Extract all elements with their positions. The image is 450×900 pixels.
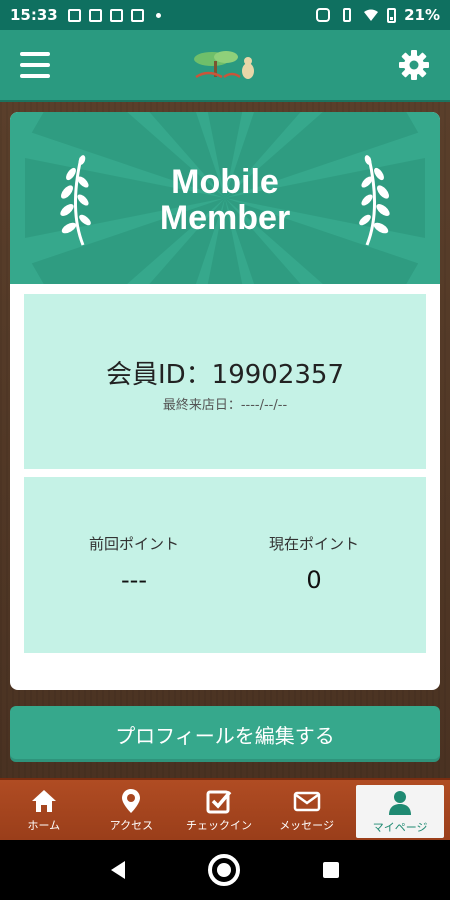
status-time: 15:33 [10,6,58,24]
last-visit-date: 最終来店日：----/--/-- [162,398,288,413]
home-button-icon[interactable] [207,854,240,886]
mail-icon [293,791,320,812]
shop-notification-icon [88,8,102,22]
shop-notification-icon [130,8,144,22]
notification-icons [67,8,161,22]
current-points-value: 0 [306,566,322,594]
system-nav-bar [0,840,450,900]
image-notification-icon [67,8,81,22]
shop-logo-icon [188,47,260,83]
member-card: Mobile Member 会員ID：19902357 最終来店日：----/-… [10,112,440,690]
status-bar: 15:33 21% [0,0,450,30]
edit-profile-button[interactable]: プロフィールを編集する [10,706,440,762]
hamburger-icon[interactable] [20,52,50,78]
tab-mypage-label: マイページ [372,820,428,834]
recent-apps-icon[interactable] [322,862,339,878]
wifi-icon [364,9,379,21]
tab-access[interactable]: アクセス [88,780,176,840]
gear-icon[interactable] [398,49,430,81]
vibrate-icon [343,8,352,22]
battery-icon [387,7,397,23]
battery-level: 21% [404,6,440,24]
tab-home-label: ホーム [27,819,61,832]
tab-message-label: メッセージ [279,819,334,832]
checkbox-icon [206,790,232,814]
banner-title: Mobile Member [10,164,440,236]
bottom-tab-bar: ホーム アクセス チェックイン メッセージ マイページ [0,778,450,840]
home-icon [31,790,56,812]
tab-access-label: アクセス [109,819,154,832]
shop-notification-icon [109,8,123,22]
previous-points-value: --- [121,566,147,594]
back-icon[interactable] [111,861,126,879]
current-points: 現在ポイント 0 [224,533,404,594]
current-points-label: 現在ポイント [268,535,359,553]
banner-title-line2: Member [159,199,291,237]
more-notifications-icon [155,12,161,18]
tab-checkin-label: チェックイン [185,819,252,832]
tab-checkin[interactable]: チェックイン [175,780,263,840]
tab-message[interactable]: メッセージ [263,780,351,840]
member-id: 会員ID：19902357 [105,360,345,390]
system-icons: 21% [315,6,440,24]
person-icon [389,790,412,815]
app-bar [0,30,450,102]
member-id-panel: 会員ID：19902357 最終来店日：----/--/-- [24,294,426,469]
tab-home[interactable]: ホーム [0,780,88,840]
points-panel: 前回ポイント --- 現在ポイント 0 [24,477,426,653]
banner-title-line1: Mobile [171,163,279,201]
map-pin-icon [122,789,141,813]
nfc-icon [316,8,331,22]
previous-points-label: 前回ポイント [88,535,179,553]
member-banner: Mobile Member [10,112,440,284]
previous-points: 前回ポイント --- [44,533,224,594]
tab-mypage[interactable]: マイページ [356,785,444,838]
